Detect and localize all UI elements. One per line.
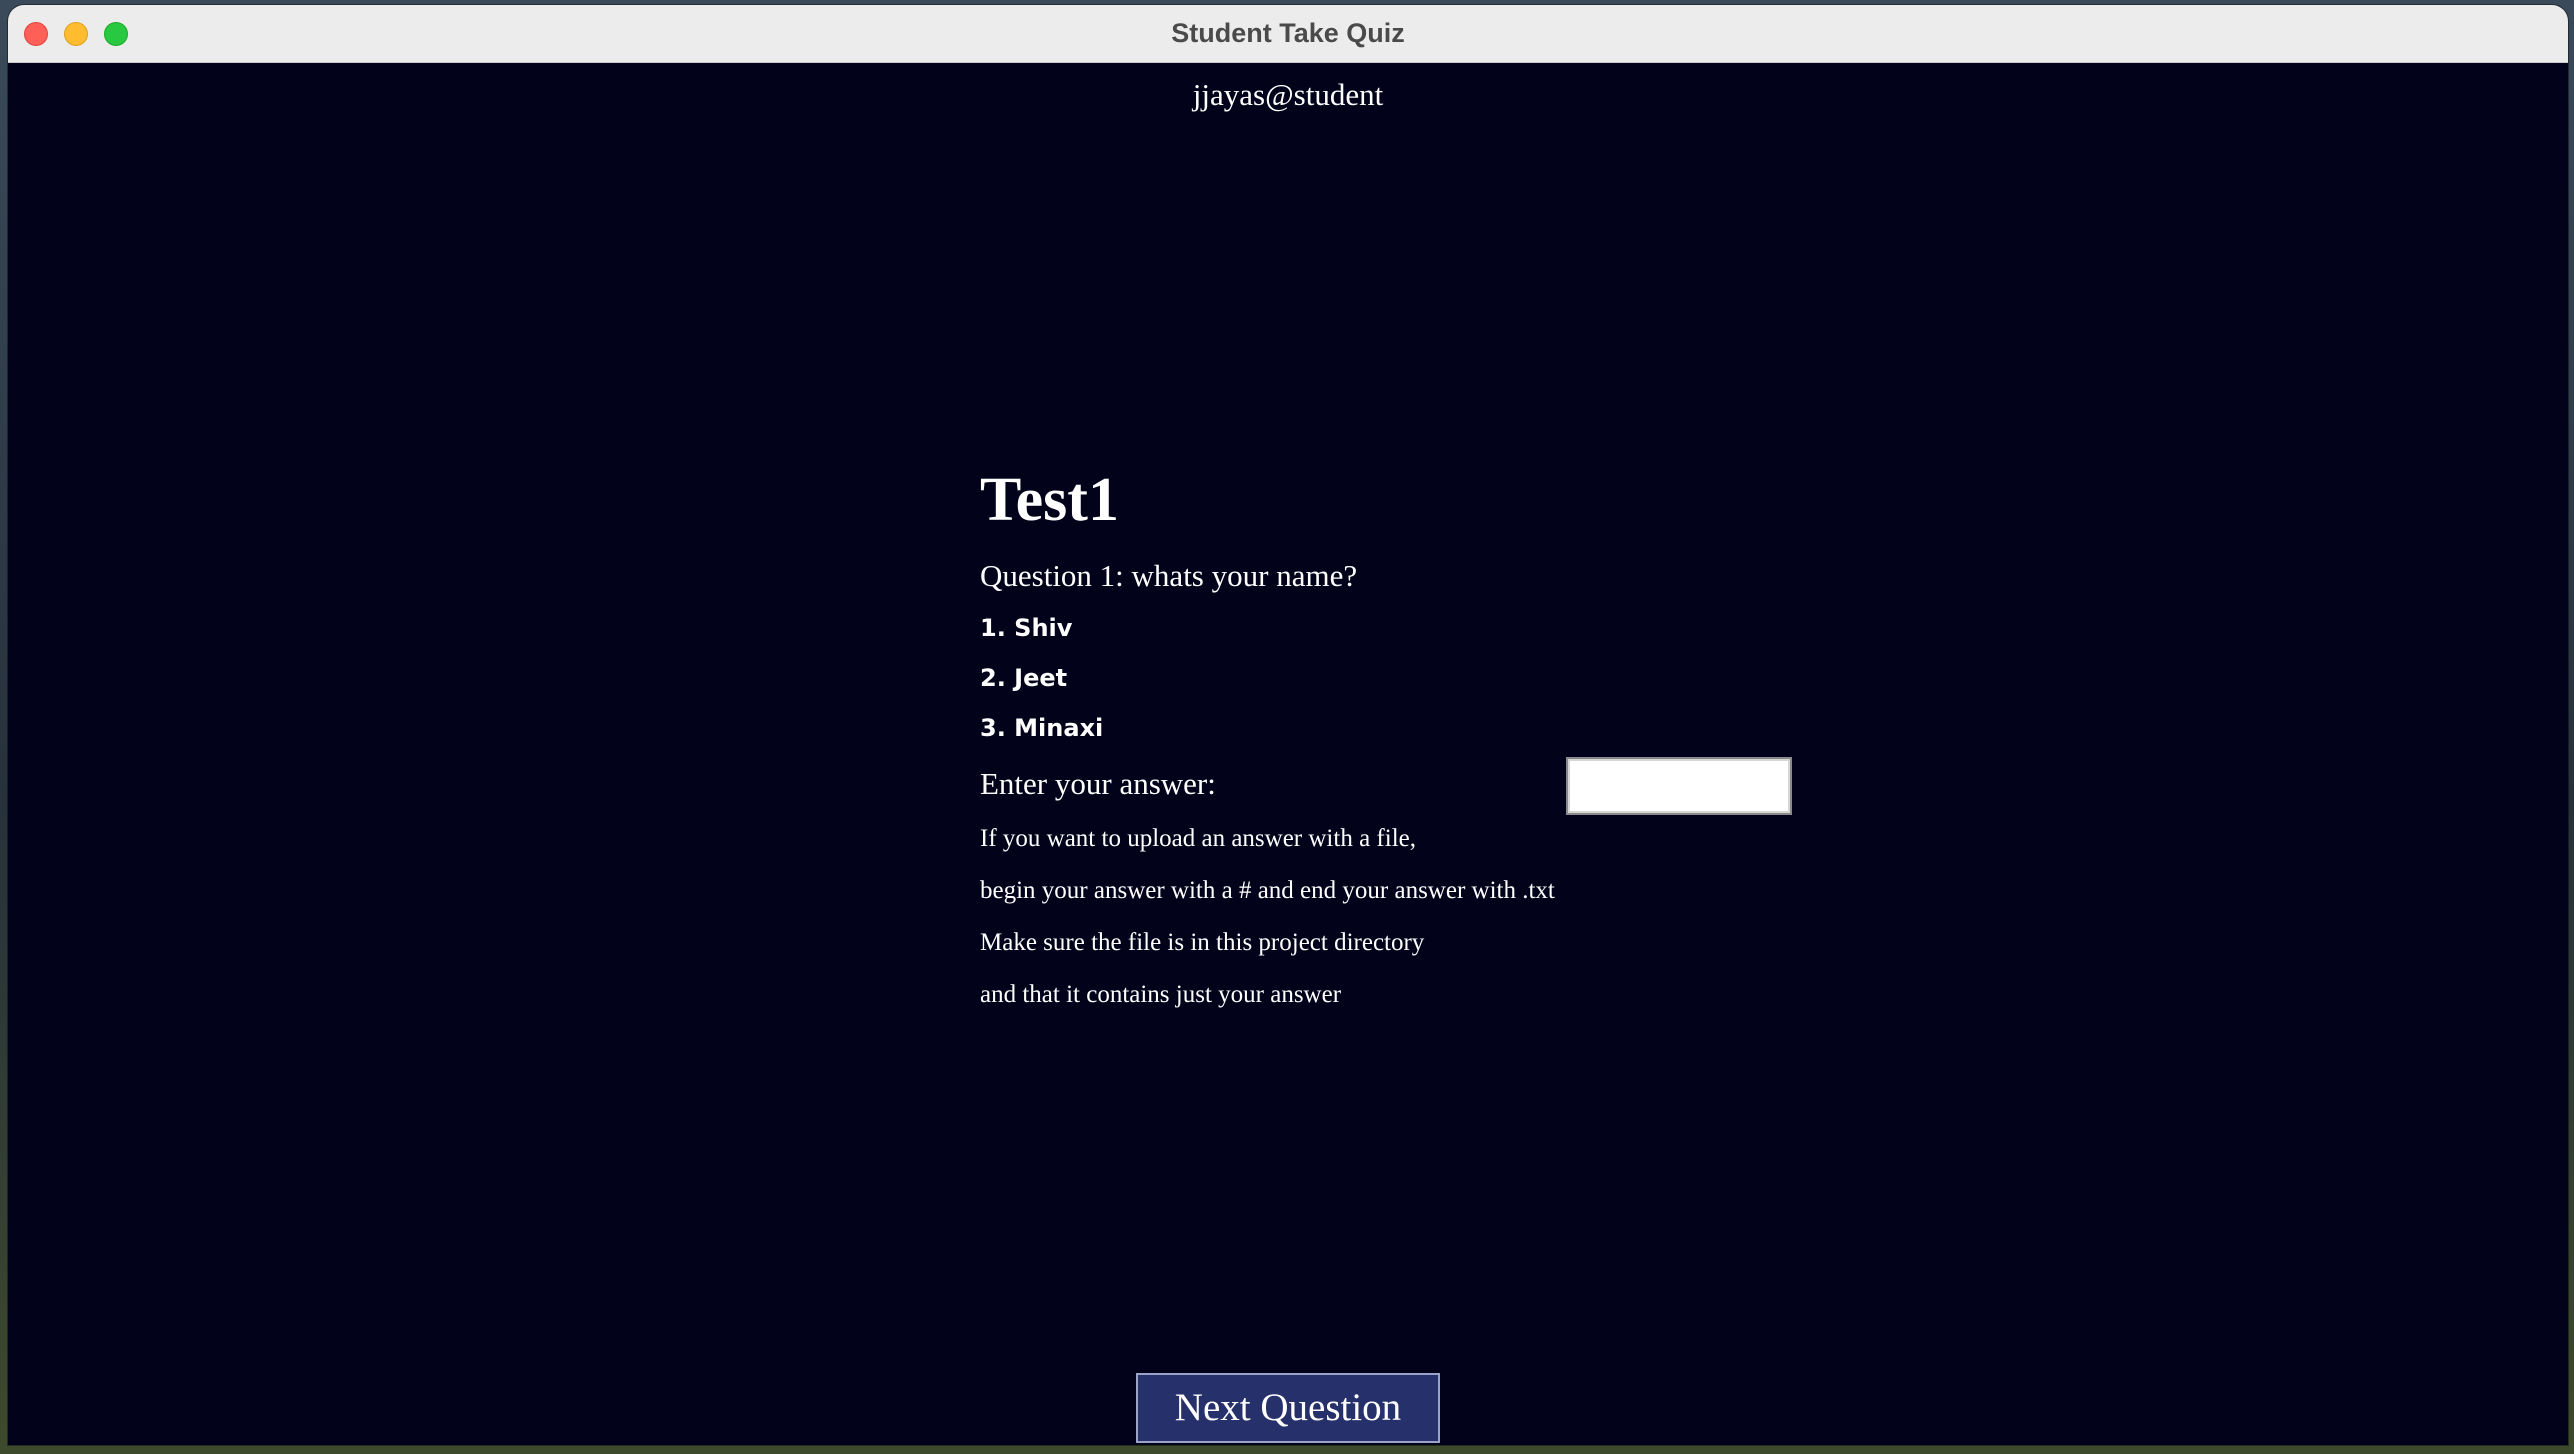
file-upload-hint: begin your answer with a # and end your …	[980, 877, 1555, 904]
answer-input[interactable]	[1566, 757, 1792, 815]
next-question-button[interactable]: Next Question	[1136, 1373, 1440, 1443]
app-window: Student Take Quiz jjayas@student Test1 Q…	[8, 5, 2568, 1445]
answer-option: 1. Shiv	[980, 614, 1073, 642]
answer-option: 2. Jeet	[980, 664, 1068, 692]
file-upload-hint: and that it contains just your answer	[980, 981, 1342, 1008]
file-upload-hint: Make sure the file is in this project di…	[980, 929, 1425, 956]
file-upload-hint: If you want to upload an answer with a f…	[980, 825, 1416, 852]
question-text: Question 1: whats your name?	[980, 558, 1358, 593]
answer-label: Enter your answer:	[980, 766, 1216, 801]
quiz-panel: jjayas@student Test1 Question 1: whats y…	[8, 63, 2568, 1445]
title-bar[interactable]: Student Take Quiz	[8, 5, 2568, 63]
user-label: jjayas@student	[1192, 77, 1384, 112]
quiz-title: Test1	[980, 466, 1119, 534]
answer-option: 3. Minaxi	[980, 714, 1104, 742]
window-title: Student Take Quiz	[1171, 18, 1405, 48]
